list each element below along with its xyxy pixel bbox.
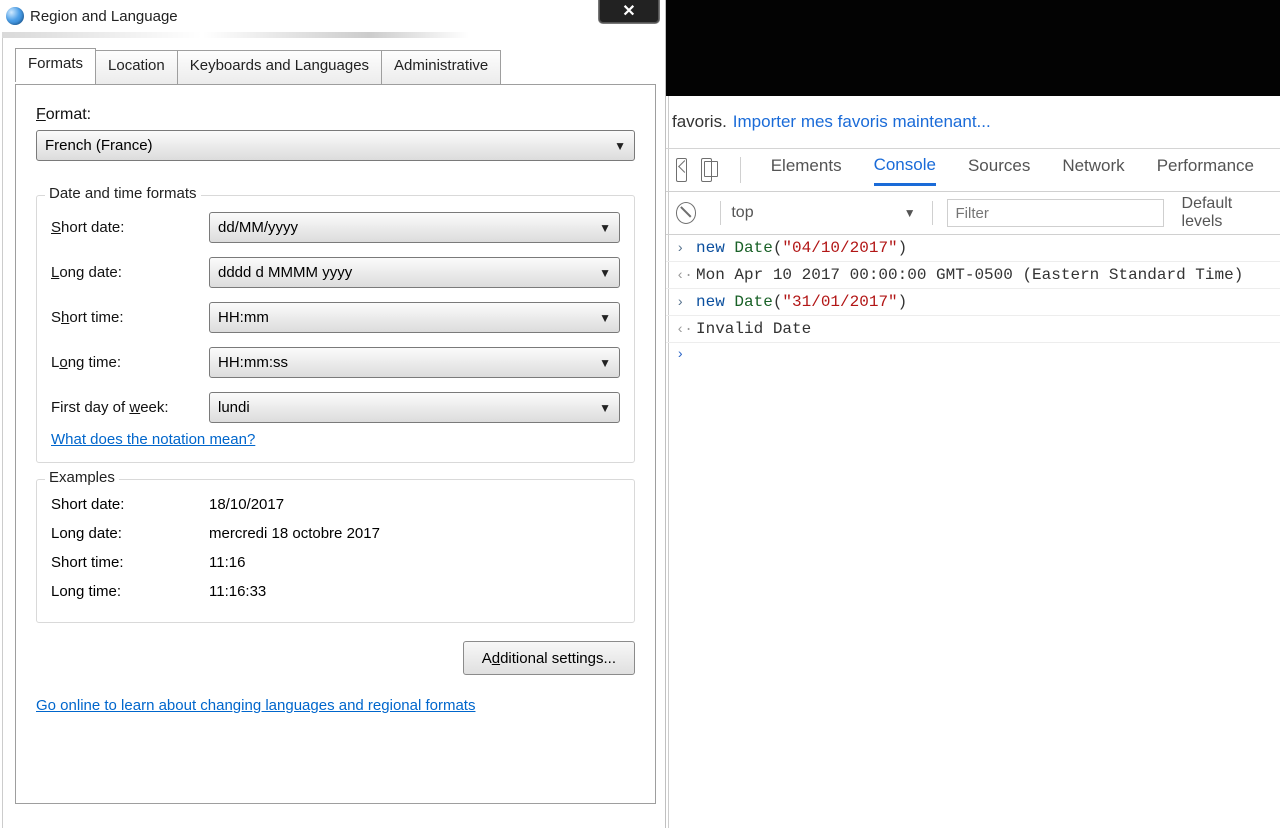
devtools-tab-elements[interactable]: Elements [771,156,842,184]
console-output-line: ‹·Invalid Date [666,316,1280,343]
ex-short-date-label: Short date: [51,496,209,513]
short-time-combo[interactable]: HH:mm ▼ [209,302,620,333]
ex-short-time-value: 11:16 [209,554,245,571]
filter-input[interactable] [947,199,1164,227]
ex-short-time-label: Short time: [51,554,209,571]
bookmark-text: favoris. [672,112,727,132]
devtools-tab-sources[interactable]: Sources [968,156,1030,184]
console-input-line: ›new Date("31/01/2017") [666,289,1280,316]
ex-long-time-value: 11:16:33 [209,583,266,600]
context-value: top [731,204,753,222]
inspect-element-icon[interactable] [676,158,687,182]
console-output[interactable]: ›new Date("04/10/2017")‹·Mon Apr 10 2017… [666,235,1280,367]
chevron-down-icon: ▼ [904,206,916,220]
short-time-label: Short time: [51,309,209,326]
chevron-down-icon: ▼ [599,311,611,325]
short-date-combo[interactable]: dd/MM/yyyy ▼ [209,212,620,243]
chevron-down-icon: ▼ [614,139,626,153]
chevron-down-icon: ▼ [599,221,611,235]
region-language-dialog: Region and Language ✕ Formats Location K… [2,0,669,826]
close-button[interactable]: ✕ [599,0,659,23]
browser-panel: favoris. Importer mes favoris maintenant… [665,0,1280,828]
date-time-formats-group: Date and time formats Short date: dd/MM/… [36,195,635,463]
devtools-tab-network[interactable]: Network [1062,156,1124,184]
window-title: Region and Language [30,8,178,25]
devtools-toolbar: Elements Console Sources Network Perform… [666,149,1280,192]
devtools-tab-performance[interactable]: Performance [1157,156,1254,184]
format-value: French (France) [45,137,153,154]
clear-console-icon[interactable] [676,202,696,224]
tabs: Formats Location Keyboards and Languages… [15,48,500,82]
console-output-line: ‹·Mon Apr 10 2017 00:00:00 GMT-0500 (Eas… [666,262,1280,289]
devtools-tab-console[interactable]: Console [874,155,936,186]
close-icon: ✕ [622,1,635,21]
ex-long-time-label: Long time: [51,583,209,600]
first-day-combo[interactable]: lundi ▼ [209,392,620,423]
titlebar[interactable]: Region and Language ✕ [2,0,669,32]
console-filter-bar: top ▼ Default levels [666,192,1280,235]
separator [932,201,933,225]
short-date-value: dd/MM/yyyy [218,219,298,236]
long-time-label: Long time: [51,354,209,371]
long-time-combo[interactable]: HH:mm:ss ▼ [209,347,620,378]
device-toggle-icon[interactable] [701,158,712,182]
globe-icon [6,7,24,25]
separator [720,201,721,225]
first-day-value: lundi [218,399,250,416]
context-selector[interactable]: top ▼ [731,204,921,222]
chevron-down-icon: ▼ [599,266,611,280]
chevron-down-icon: ▼ [599,401,611,415]
short-time-value: HH:mm [218,309,269,326]
additional-settings-button[interactable]: Additional settings... [463,641,635,675]
long-date-combo[interactable]: dddd d MMMM yyyy ▼ [209,257,620,288]
tab-formats[interactable]: Formats [15,48,96,82]
format-combo[interactable]: French (France) ▼ [36,130,635,161]
long-date-value: dddd d MMMM yyyy [218,264,352,281]
bookmarks-bar: favoris. Importer mes favoris maintenant… [666,96,1280,149]
console-input-line: ›new Date("04/10/2017") [666,235,1280,262]
long-date-label: Long date: [51,264,209,281]
tab-keyboards-languages[interactable]: Keyboards and Languages [177,50,382,84]
tab-location[interactable]: Location [95,50,178,84]
chevron-down-icon: ▼ [599,356,611,370]
learn-online-link[interactable]: Go online to learn about changing langua… [36,697,475,714]
log-levels[interactable]: Default levels [1182,195,1270,231]
format-label: Format: [36,106,635,124]
notation-link[interactable]: What does the notation mean? [51,431,255,448]
ex-long-date-label: Long date: [51,525,209,542]
tab-administrative[interactable]: Administrative [381,50,501,84]
ex-long-date-value: mercredi 18 octobre 2017 [209,525,380,542]
ex-short-date-value: 18/10/2017 [209,496,284,513]
browser-frame-top [666,0,1280,96]
examples-title: Examples [45,469,119,486]
first-day-label: First day of week: [51,399,209,416]
console-prompt[interactable]: › [666,343,1280,367]
examples-group: Examples Short date:18/10/2017 Long date… [36,479,635,623]
import-bookmarks-link[interactable]: Importer mes favoris maintenant... [733,112,991,132]
tab-content-formats: Format: French (France) ▼ Date and time … [15,84,656,804]
long-time-value: HH:mm:ss [218,354,288,371]
group-title: Date and time formats [45,185,201,202]
short-date-label: Short date: [51,219,209,236]
